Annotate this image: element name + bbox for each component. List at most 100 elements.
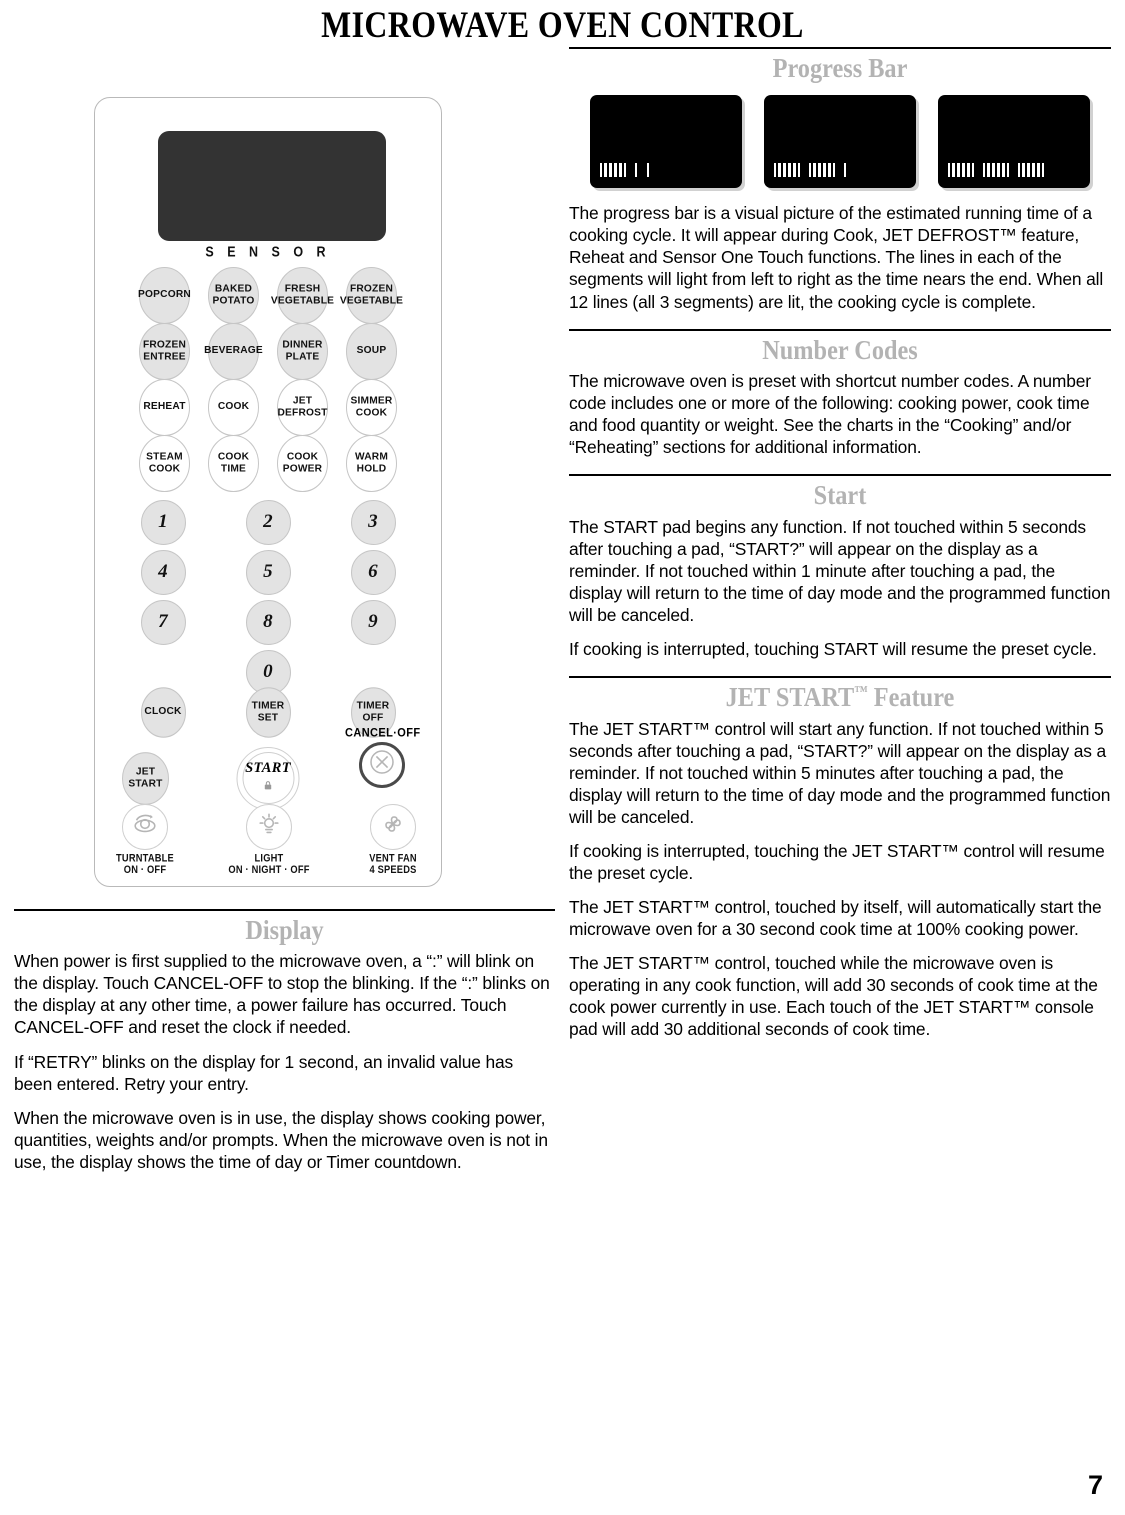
progress-line: [987, 163, 990, 178]
progress-segment: [600, 163, 626, 178]
paragraph: When the microwave oven is in use, the d…: [14, 1107, 548, 1172]
sensor-pad-frozen-vegetable[interactable]: FROZEN VEGETABLE: [340, 266, 403, 324]
control-panel-figure: S E N S O R POPCORN BAKED POTATO FRESH VEGET…: [14, 47, 555, 887]
cancel-off-group[interactable]: CANCEL·OFF: [345, 726, 420, 788]
segment-bracket: [774, 163, 776, 178]
section-rule: [569, 328, 1111, 331]
progress-segment: [635, 163, 638, 178]
left-column: S E N S O R POPCORN BAKED POTATO FRESH VEGET…: [14, 47, 555, 1173]
number-pad-row: 7 8 9: [95, 599, 441, 645]
paragraph: The progress bar is a visual picture of …: [569, 203, 1104, 312]
progress-segments: [948, 163, 1044, 178]
light-button[interactable]: [246, 803, 292, 850]
sensor-pad-baked-potato[interactable]: BAKED POTATO: [208, 266, 259, 324]
utility-row: TURNTABLE ON · OFF LIGHT ON · NIGHT · OF…: [95, 803, 441, 875]
progress-segment: [983, 163, 1009, 178]
segment-bracket: [972, 163, 974, 178]
lock-icon: [263, 778, 274, 796]
page-columns: S E N S O R POPCORN BAKED POTATO FRESH VEGET…: [0, 46, 1125, 1173]
vent-fan-icon: [379, 810, 407, 843]
sensor-pad-fresh-vegetable[interactable]: FRESH VEGETABLE: [271, 266, 334, 324]
paragraph: The JET START™ control, touched by itsel…: [569, 897, 1102, 940]
progress-segment: [647, 163, 650, 178]
sensor-pad-jet-defrost[interactable]: JET DEFROST: [277, 378, 328, 436]
sensor-pad-simmer-cook[interactable]: SIMMER COOK: [346, 378, 397, 436]
start-section: Start The START pad begins any function.…: [569, 474, 1111, 660]
progress-bar-section: Progress Bar The progress bar is a visua…: [569, 46, 1111, 313]
paragraph: If “RETRY” blinks on the display for 1 s…: [14, 1051, 514, 1094]
sensor-pad-cook-time[interactable]: COOK TIME: [208, 434, 259, 492]
progress-line: [783, 163, 786, 178]
segment-bracket: [833, 163, 835, 178]
sensor-pad-popcorn[interactable]: POPCORN: [138, 266, 191, 324]
sensor-pad-row: FROZEN ENTREE BEVERAGE DINNER PLATE SOUP: [95, 322, 441, 380]
sensor-pad-warm-hold[interactable]: WARM HOLD: [346, 434, 397, 492]
sensor-pad-cook[interactable]: COOK: [208, 378, 259, 436]
vent-fan-label: VENT FAN 4 SPEEDS: [369, 852, 417, 876]
start-heading: Start: [813, 480, 867, 511]
progress-line: [604, 163, 607, 178]
segment-tick-unlit: [647, 163, 649, 178]
cancel-off-pad[interactable]: [359, 741, 405, 788]
jet-start-heading: JET START™ Feature: [596, 681, 1084, 715]
segment-bracket: [624, 163, 626, 178]
segment-bracket: [798, 163, 800, 178]
jet-start-section: JET START™ Feature The JET START™ contro…: [569, 676, 1111, 1040]
start-pad[interactable]: START: [236, 746, 300, 810]
number-pad-4[interactable]: 4: [140, 549, 186, 595]
progress-line: [962, 163, 965, 178]
jet-start-pad[interactable]: JET START: [122, 751, 169, 805]
paragraph: The JET START™ control, touched while th…: [569, 953, 1098, 1040]
paragraph: If cooking is interrupted, touching the …: [569, 841, 1105, 884]
turntable-button[interactable]: [122, 803, 168, 850]
number-pad-9[interactable]: 9: [350, 599, 396, 645]
progress-line: [952, 163, 955, 178]
paragraph: When power is first supplied to the micr…: [14, 951, 550, 1038]
progress-line: [997, 163, 1000, 178]
number-pad-7[interactable]: 7: [140, 599, 186, 645]
display-section: Display When power is first supplied to …: [14, 908, 555, 1173]
progress-line: [619, 163, 622, 178]
vent-fan-button[interactable]: [370, 803, 416, 850]
light-bulb-icon: [255, 810, 283, 843]
section-rule: [569, 474, 1111, 477]
sensor-header-label: S E N S O R: [205, 243, 331, 260]
progress-line: [788, 163, 791, 178]
sensor-pad-frozen-entree[interactable]: FROZEN ENTREE: [139, 322, 190, 380]
jet-start-paragraphs: The JET START™ control will start any fu…: [569, 718, 1111, 1040]
paragraph: If cooking is interrupted, touching STAR…: [569, 639, 1097, 660]
pad-clock[interactable]: CLOCK: [140, 686, 186, 738]
segment-bracket: [1007, 163, 1009, 178]
utility-row-group: TURNTABLE ON · OFF LIGHT ON · NIGHT · OF…: [95, 803, 441, 875]
sensor-pad-grid: POPCORN BAKED POTATO FRESH VEGETABLE FROZEN VE…: [95, 266, 441, 494]
number-codes-paragraphs: The microwave oven is preset with shortc…: [569, 370, 1111, 458]
sensor-pad-row: POPCORN BAKED POTATO FRESH VEGETABLE FROZEN VE…: [95, 266, 441, 324]
progress-line: [818, 163, 821, 178]
segment-bracket: [600, 163, 602, 178]
turntable-label: TURNTABLE ON · OFF: [116, 852, 174, 876]
section-rule: [14, 908, 555, 911]
segment-tick-unlit: [635, 163, 637, 178]
segment-bracket: [1042, 163, 1044, 178]
display-heading: Display: [245, 914, 324, 945]
sensor-pad-steam-cook[interactable]: STEAM COOK: [139, 434, 190, 492]
number-pad-3[interactable]: 3: [350, 499, 396, 545]
number-pad-8[interactable]: 8: [245, 599, 291, 645]
progress-bar-three-segments-lit: [938, 95, 1090, 189]
sensor-pad-soup[interactable]: SOUP: [346, 322, 397, 380]
sensor-pad-reheat[interactable]: REHEAT: [139, 378, 190, 436]
number-pad-1[interactable]: 1: [140, 499, 186, 545]
trademark-icon: ™: [854, 684, 868, 701]
start-paragraphs: The START pad begins any function. If no…: [569, 516, 1111, 660]
number-pad-2[interactable]: 2: [245, 499, 291, 545]
number-pad-5[interactable]: 5: [245, 549, 291, 595]
number-pad-row: 1 2 3: [95, 499, 441, 545]
clock-timer-group: CLOCK TIMER SET TIMER OFF JET START START: [95, 686, 441, 813]
sensor-pad-dinner-plate[interactable]: DINNER PLATE: [277, 322, 328, 380]
sensor-pad-beverage[interactable]: BEVERAGE: [204, 322, 263, 380]
start-pad-inner: START: [242, 752, 294, 805]
number-pad-6[interactable]: 6: [350, 549, 396, 595]
sensor-pad-cook-power[interactable]: COOK POWER: [277, 434, 328, 492]
pad-timer-set[interactable]: TIMER SET: [245, 686, 291, 738]
paragraph: The START pad begins any function. If no…: [569, 517, 1111, 626]
